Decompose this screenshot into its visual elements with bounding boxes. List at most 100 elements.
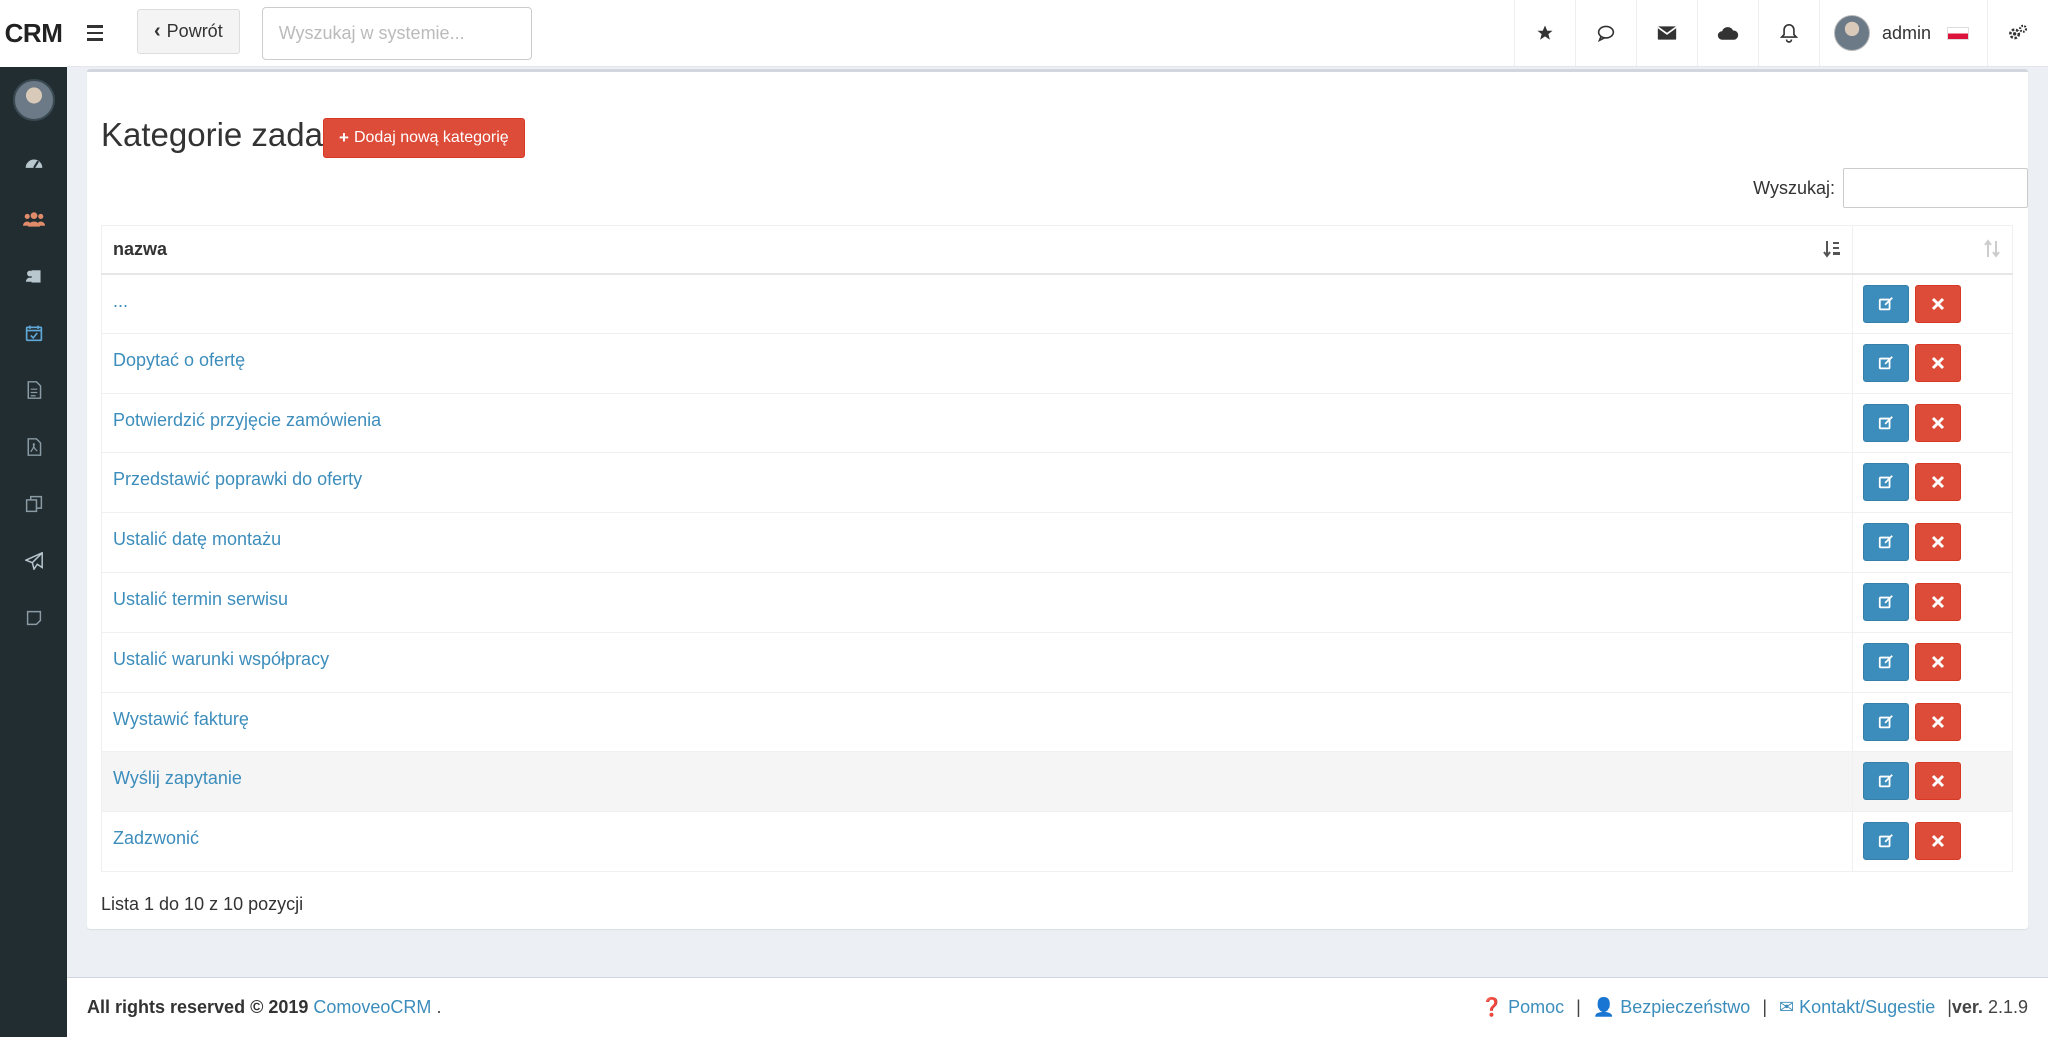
edit-button[interactable] (1863, 343, 1909, 382)
user-name: admin (1881, 22, 1931, 43)
footer-separator: | (1576, 997, 1581, 1017)
category-link[interactable]: Zadzwonić (113, 828, 199, 848)
question-circle-icon: ❓ (1480, 997, 1504, 1017)
column-header-label: nazwa (113, 238, 168, 259)
edit-button[interactable] (1863, 822, 1909, 861)
notifications-button[interactable] (1757, 0, 1819, 66)
table-row: Wystawić fakturę (101, 691, 2013, 753)
settings-button[interactable] (1987, 0, 2048, 66)
delete-button[interactable] (1915, 463, 1962, 502)
company-link[interactable]: ComoveoCRM (313, 997, 431, 1017)
edit-button[interactable] (1863, 762, 1909, 801)
category-link[interactable]: ... (113, 291, 128, 311)
sort-alpha-asc-icon (1823, 241, 1840, 258)
category-link[interactable]: Ustalić datę montażu (113, 529, 281, 549)
edit-button[interactable] (1863, 642, 1909, 681)
edit-button[interactable] (1863, 523, 1909, 562)
sidebar-item-notes[interactable] (0, 589, 67, 646)
delete-button[interactable] (1915, 523, 1962, 562)
favorites-button[interactable] (1513, 0, 1575, 66)
messages-button[interactable] (1635, 0, 1697, 66)
category-name-cell: Potwierdzić przyjęcie zamówienia (101, 392, 1853, 454)
footer-separator: | (1762, 997, 1767, 1017)
category-link[interactable]: Wyślij zapytanie (113, 768, 242, 788)
sidebar-toggle-button[interactable] (67, 0, 123, 66)
close-icon (1931, 715, 1945, 728)
sort-both-icon (1984, 239, 2000, 258)
category-link[interactable]: Ustalić warunki współpracy (113, 649, 329, 669)
delete-button[interactable] (1915, 284, 1962, 323)
star-icon (1537, 25, 1553, 40)
category-link[interactable]: Potwierdzić przyjęcie zamówienia (113, 410, 381, 430)
actions-cell (1852, 571, 2013, 633)
sidebar-item-tasks[interactable] (0, 304, 67, 361)
chevron-left-icon: ‹ (154, 20, 161, 42)
filter-input[interactable] (1843, 168, 2028, 208)
security-link[interactable]: 👤 Bezpieczeństwo (1593, 997, 1751, 1018)
column-header-name[interactable]: nazwa (101, 225, 1853, 275)
edit-button[interactable] (1863, 582, 1909, 621)
table-row: Potwierdzić przyjęcie zamówienia (101, 392, 2013, 454)
brand-logo[interactable]: CRM (0, 0, 67, 67)
delete-button[interactable] (1915, 403, 1962, 442)
copy-icon (25, 495, 42, 512)
sidebar-item-clients[interactable] (0, 190, 67, 247)
footer-dot: . (436, 997, 442, 1017)
envelope-outline-icon: ✉ (1779, 997, 1795, 1017)
delete-button[interactable] (1915, 582, 1962, 621)
sidebar-item-send[interactable] (0, 532, 67, 589)
sidebar-item-copies[interactable] (0, 475, 67, 532)
note-icon (26, 610, 41, 625)
delete-button[interactable] (1915, 822, 1962, 861)
back-button[interactable]: ‹ Powrót (137, 9, 240, 54)
close-icon (1931, 476, 1945, 489)
category-link[interactable]: Ustalić termin serwisu (113, 589, 288, 609)
edit-button[interactable] (1863, 403, 1909, 442)
chat-button[interactable] (1574, 0, 1636, 66)
plus-icon: + (339, 128, 349, 147)
table-row: Ustalić warunki współpracy (101, 631, 2013, 693)
sidebar-item-dashboard[interactable] (0, 133, 67, 190)
add-category-button[interactable]: + Dodaj nową kategorię (323, 118, 525, 158)
category-name-cell: Dopytać o ofertę (101, 332, 1853, 394)
category-link[interactable]: Wystawić fakturę (113, 709, 249, 729)
delete-button[interactable] (1915, 702, 1962, 741)
actions-cell (1852, 452, 2013, 514)
user-secret-icon: 👤 (1592, 997, 1616, 1017)
edit-button[interactable] (1863, 702, 1909, 741)
filter-label: Wyszukaj: (1753, 177, 1835, 198)
help-link[interactable]: ❓ Pomoc (1481, 997, 1564, 1018)
cloud-button[interactable] (1696, 0, 1758, 66)
calendar-check-icon (25, 325, 42, 341)
delete-button[interactable] (1915, 762, 1962, 801)
delete-button[interactable] (1915, 343, 1962, 382)
table-row: Dopytać o ofertę (101, 332, 2013, 394)
category-name-cell: Ustalić datę montażu (101, 512, 1853, 573)
contact-link[interactable]: ✉ Kontakt/Sugestie (1779, 997, 1935, 1018)
edit-button[interactable] (1863, 284, 1909, 323)
edit-icon (1878, 654, 1893, 669)
avatar (1833, 15, 1870, 51)
delete-button[interactable] (1915, 642, 1962, 681)
edit-icon (1878, 296, 1893, 310)
category-link[interactable]: Przedstawić poprawki do oferty (113, 469, 362, 489)
table-row: Zadzwonić (101, 811, 2013, 872)
column-header-actions[interactable] (1852, 225, 2013, 275)
table-row: Wyślij zapytanie (101, 751, 2013, 813)
users-icon (22, 211, 45, 227)
sidebar-avatar[interactable] (12, 79, 55, 121)
category-name-cell: Zadzwonić (101, 811, 1853, 872)
sidebar-item-documents[interactable] (0, 361, 67, 418)
sidebar-item-pdf[interactable] (0, 418, 67, 475)
category-link[interactable]: Dopytać o ofertę (113, 350, 245, 370)
close-icon (1931, 416, 1945, 429)
global-search-input[interactable] (261, 7, 532, 60)
sidebar-item-contacts[interactable] (0, 247, 67, 304)
user-menu[interactable]: admin (1818, 0, 1987, 66)
edit-icon (1878, 475, 1893, 489)
edit-button[interactable] (1863, 463, 1909, 502)
page-title: Kategorie zadań (101, 116, 342, 153)
dashboard-icon (25, 159, 42, 168)
edit-icon (1878, 714, 1893, 728)
category-name-cell: Ustalić termin serwisu (101, 571, 1853, 633)
